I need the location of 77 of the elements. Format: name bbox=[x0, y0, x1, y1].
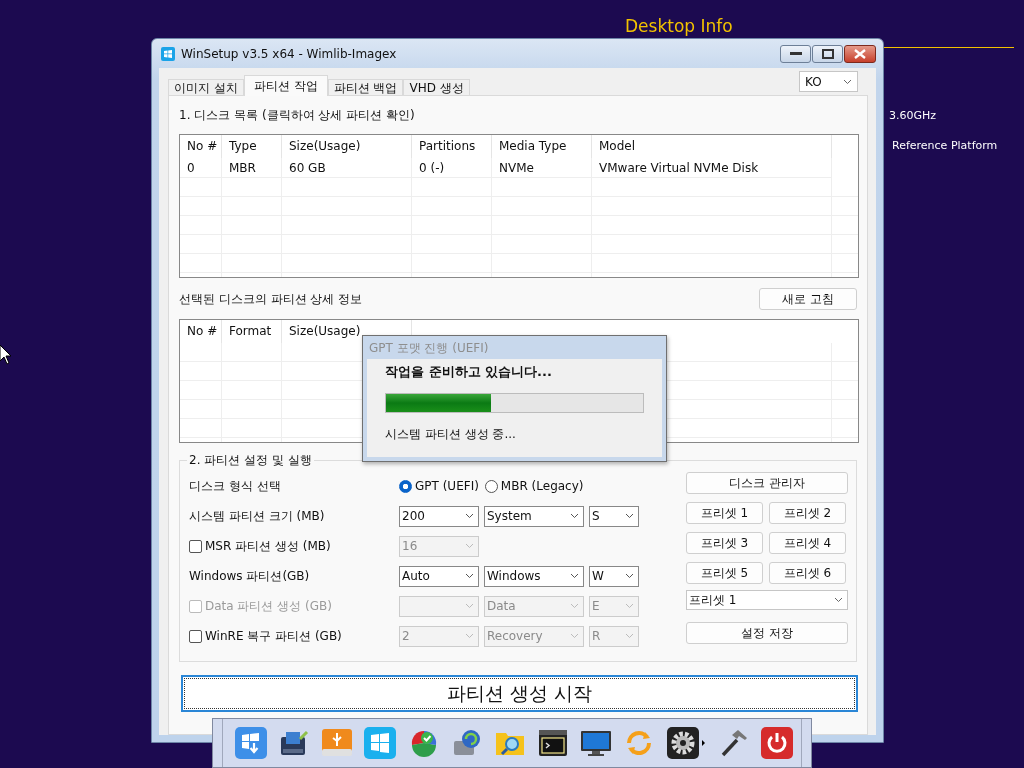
column-header[interactable]: Partitions bbox=[412, 135, 492, 158]
table-cell: 0 (-) bbox=[412, 158, 492, 178]
table-cell: 60 GB bbox=[282, 158, 412, 178]
disk-manager-button[interactable]: 디스크 관리자 bbox=[686, 472, 848, 494]
column-header[interactable]: Format bbox=[222, 320, 282, 343]
window-title: WinSetup v3.5 x64 - Wimlib-Imagex bbox=[181, 46, 398, 61]
setting-label: 디스크 형식 선택 bbox=[189, 477, 282, 495]
column-header[interactable]: No # bbox=[180, 320, 222, 343]
dropdown[interactable]: System bbox=[484, 505, 584, 527]
desktop-info-title: Desktop Info bbox=[625, 16, 733, 36]
chevron-down-icon bbox=[465, 633, 474, 639]
language-select[interactable]: KO bbox=[799, 71, 858, 92]
start-button[interactable]: 파티션 생성 시작 bbox=[181, 675, 858, 712]
group-heading: 2. 파티션 설정 및 실행 bbox=[188, 452, 313, 469]
power-icon[interactable] bbox=[760, 727, 793, 759]
preset-select[interactable]: 프리셋 1 bbox=[686, 590, 848, 610]
dropdown[interactable]: W bbox=[589, 565, 639, 587]
table-cell: MBR bbox=[222, 158, 282, 178]
column-header[interactable]: No # bbox=[180, 135, 222, 158]
chevron-down-icon bbox=[834, 597, 843, 603]
minimize-icon bbox=[789, 52, 802, 56]
progress-message: 작업을 준비하고 있습니다... bbox=[385, 363, 553, 381]
refresh-button[interactable]: 새로 고침 bbox=[759, 288, 857, 310]
dropdown[interactable]: 200 bbox=[399, 505, 479, 527]
desktop-info-text: Reference Platform bbox=[892, 139, 998, 152]
column-header[interactable]: Model bbox=[592, 135, 832, 158]
preset-button[interactable]: 프리셋 1 bbox=[686, 502, 763, 524]
chevron-down-icon bbox=[625, 633, 634, 639]
chevron-down-icon bbox=[465, 573, 474, 579]
preset-button[interactable]: 프리셋 5 bbox=[686, 562, 763, 584]
table-cell: VMware Virtual NVMe Disk bbox=[592, 158, 832, 178]
table-cell: NVMe bbox=[492, 158, 592, 178]
radio-option[interactable]: MBR (Legacy) bbox=[484, 479, 584, 493]
tab[interactable]: 파티션 작업 bbox=[243, 75, 328, 96]
minimize-button[interactable] bbox=[780, 45, 811, 63]
close-icon bbox=[854, 49, 866, 59]
dialog-title: GPT 포맷 진행 (UEFI) bbox=[368, 340, 490, 357]
radio-option[interactable]: GPT (UEFI) bbox=[399, 479, 479, 493]
chevron-down-icon bbox=[570, 513, 579, 519]
table-cell: 0 bbox=[180, 158, 222, 178]
preset-button[interactable]: 프리셋 2 bbox=[769, 502, 846, 524]
dropdown[interactable]: Windows bbox=[484, 565, 584, 587]
maximize-icon bbox=[821, 49, 834, 59]
chevron-down-icon bbox=[570, 603, 579, 609]
save-settings-button[interactable]: 설정 저장 bbox=[686, 622, 848, 644]
gear-icon[interactable] bbox=[666, 727, 707, 759]
setting-label: 시스템 파티션 크기 (MB) bbox=[189, 507, 326, 525]
chevron-down-icon bbox=[570, 633, 579, 639]
column-header[interactable]: Size(Usage) bbox=[282, 135, 412, 158]
chevron-down-icon bbox=[570, 573, 579, 579]
progress-status: 시스템 파티션 생성 중... bbox=[385, 426, 517, 443]
preset-button[interactable]: 프리셋 4 bbox=[769, 532, 846, 554]
chevron-down-icon bbox=[625, 513, 634, 519]
checkbox[interactable]: MSR 파티션 생성 (MB) bbox=[189, 537, 399, 555]
chevron-down-icon bbox=[843, 78, 852, 85]
section-heading: 1. 디스크 목록 (클릭하여 상세 파티션 확인) bbox=[179, 107, 416, 123]
windows-logo-icon bbox=[161, 46, 175, 61]
chevron-down-icon bbox=[465, 513, 474, 519]
cursor-icon bbox=[0, 345, 12, 365]
section-heading: 선택된 디스크의 파티션 상세 정보 bbox=[179, 290, 363, 308]
chevron-down-icon bbox=[465, 603, 474, 609]
terminal-icon[interactable] bbox=[537, 727, 570, 759]
column-header[interactable]: Type bbox=[222, 135, 282, 158]
close-button[interactable] bbox=[844, 45, 876, 63]
checkbox[interactable]: WinRE 복구 파티션 (GB) bbox=[189, 627, 399, 645]
chevron-down-icon bbox=[465, 543, 474, 549]
desktop-info-text: 3.60GHz bbox=[889, 109, 937, 122]
dropdown[interactable]: S bbox=[589, 505, 639, 527]
preset-button[interactable]: 프리셋 3 bbox=[686, 532, 763, 554]
column-header[interactable]: Media Type bbox=[492, 135, 592, 158]
dropdown[interactable]: Auto bbox=[399, 565, 479, 587]
maximize-button[interactable] bbox=[812, 45, 843, 63]
preset-button[interactable]: 프리셋 6 bbox=[769, 562, 846, 584]
windows-download-icon[interactable] bbox=[235, 727, 267, 759]
chevron-down-icon bbox=[625, 573, 634, 579]
chevron-down-icon bbox=[625, 603, 634, 609]
setting-label: Windows 파티션(GB) bbox=[189, 567, 311, 585]
